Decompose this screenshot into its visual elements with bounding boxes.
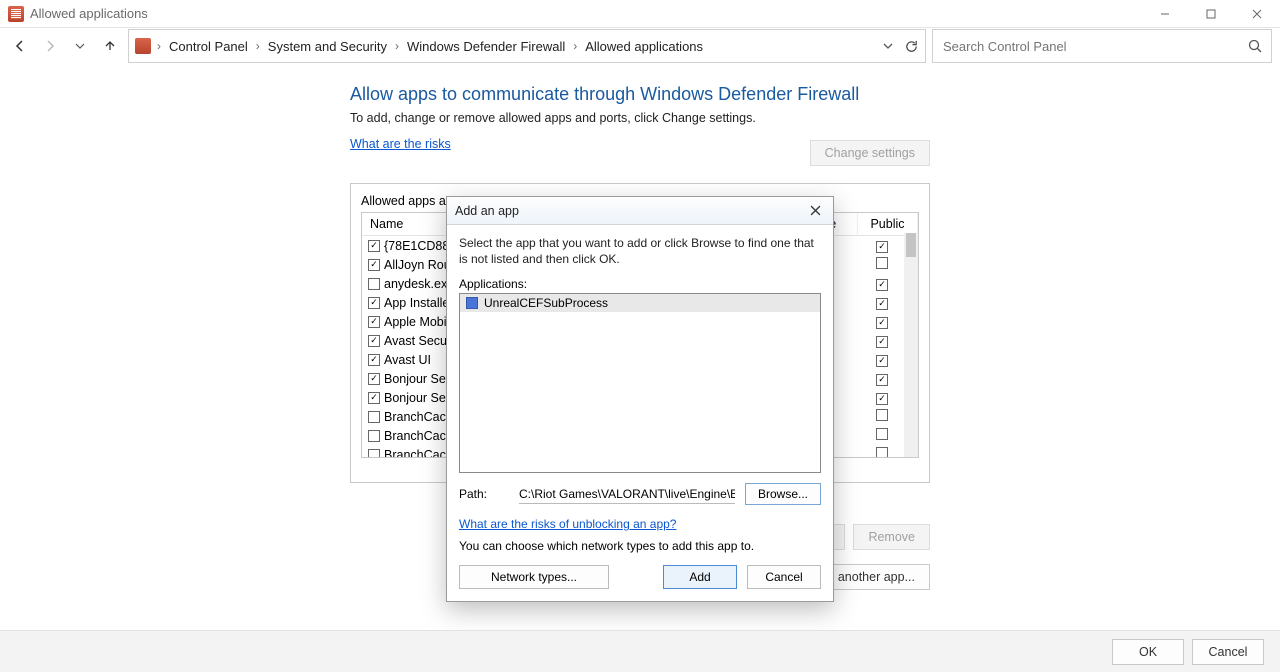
browse-button[interactable]: Browse... xyxy=(745,483,821,505)
dialog-title: Add an app xyxy=(455,204,519,218)
row-enabled-checkbox[interactable] xyxy=(368,259,380,271)
nav-row: › Control Panel › System and Security › … xyxy=(0,28,1280,64)
chevron-right-icon: › xyxy=(573,39,577,53)
row-enabled-checkbox[interactable] xyxy=(368,430,380,442)
window-title: Allowed applications xyxy=(30,6,148,21)
app-cube-icon xyxy=(466,297,478,309)
ok-button[interactable]: OK xyxy=(1112,639,1184,665)
row-enabled-checkbox[interactable] xyxy=(368,373,380,385)
breadcrumb-item[interactable]: Windows Defender Firewall xyxy=(405,37,567,56)
network-types-button[interactable]: Network types... xyxy=(459,565,609,589)
row-enabled-checkbox[interactable] xyxy=(368,316,380,328)
back-button[interactable] xyxy=(8,34,32,58)
path-label: Path: xyxy=(459,487,509,501)
dialog-close-button[interactable] xyxy=(805,201,825,221)
bottom-bar: OK Cancel xyxy=(0,630,1280,672)
path-field[interactable]: C:\Riot Games\VALORANT\live\Engine\Binar… xyxy=(519,485,735,504)
row-public-checkbox[interactable] xyxy=(876,279,888,291)
minimize-button[interactable] xyxy=(1142,0,1188,28)
breadcrumb-item[interactable]: Control Panel xyxy=(167,37,250,56)
application-list-item[interactable]: UnrealCEFSubProcess xyxy=(460,294,820,312)
table-scrollbar[interactable] xyxy=(904,233,918,457)
row-public-checkbox[interactable] xyxy=(876,447,888,458)
bottom-cancel-button[interactable]: Cancel xyxy=(1192,639,1264,665)
forward-button[interactable] xyxy=(38,34,62,58)
applications-list[interactable]: UnrealCEFSubProcess xyxy=(459,293,821,473)
application-name: UnrealCEFSubProcess xyxy=(484,296,608,310)
row-public-checkbox[interactable] xyxy=(876,257,888,269)
row-public-checkbox[interactable] xyxy=(876,355,888,367)
chevron-down-icon[interactable] xyxy=(882,40,894,52)
chevron-right-icon: › xyxy=(256,39,260,53)
titlebar: Allowed applications xyxy=(0,0,1280,28)
search-input[interactable] xyxy=(941,38,1247,55)
row-public-checkbox[interactable] xyxy=(876,336,888,348)
row-enabled-checkbox[interactable] xyxy=(368,240,380,252)
firewall-icon xyxy=(135,38,151,54)
allow-another-app-button[interactable]: another app... xyxy=(823,564,930,590)
dialog-instruction: Select the app that you want to add or c… xyxy=(459,235,821,267)
row-public-checkbox[interactable] xyxy=(876,241,888,253)
row-enabled-checkbox[interactable] xyxy=(368,449,380,459)
dialog-risk-link[interactable]: What are the risks of unblocking an app? xyxy=(459,517,676,531)
breadcrumb-item[interactable]: Allowed applications xyxy=(583,37,705,56)
refresh-button[interactable] xyxy=(904,39,919,54)
maximize-button[interactable] xyxy=(1188,0,1234,28)
cancel-button[interactable]: Cancel xyxy=(747,565,821,589)
row-enabled-checkbox[interactable] xyxy=(368,411,380,423)
row-enabled-checkbox[interactable] xyxy=(368,278,380,290)
search-box[interactable] xyxy=(932,29,1272,63)
chevron-right-icon: › xyxy=(157,39,161,53)
row-public-checkbox[interactable] xyxy=(876,428,888,440)
page-subtext: To add, change or remove allowed apps an… xyxy=(350,111,930,125)
row-public-checkbox[interactable] xyxy=(876,298,888,310)
row-enabled-checkbox[interactable] xyxy=(368,392,380,404)
add-button[interactable]: Add xyxy=(663,565,737,589)
address-bar[interactable]: › Control Panel › System and Security › … xyxy=(128,29,926,63)
change-settings-button[interactable]: Change settings xyxy=(810,140,930,166)
up-button[interactable] xyxy=(98,34,122,58)
applications-label: Applications: xyxy=(459,277,821,291)
add-app-dialog: Add an app Select the app that you want … xyxy=(446,196,834,602)
chevron-right-icon: › xyxy=(395,39,399,53)
row-enabled-checkbox[interactable] xyxy=(368,297,380,309)
row-public-checkbox[interactable] xyxy=(876,409,888,421)
column-public[interactable]: Public xyxy=(858,213,918,235)
risks-link[interactable]: What are the risks xyxy=(350,137,451,151)
row-enabled-checkbox[interactable] xyxy=(368,354,380,366)
recent-dropdown[interactable] xyxy=(68,34,92,58)
row-public-checkbox[interactable] xyxy=(876,374,888,386)
network-types-text: You can choose which network types to ad… xyxy=(459,539,821,553)
scrollbar-thumb[interactable] xyxy=(906,233,916,257)
close-button[interactable] xyxy=(1234,0,1280,28)
row-public-checkbox[interactable] xyxy=(876,317,888,329)
remove-button[interactable]: Remove xyxy=(853,524,930,550)
row-public-checkbox[interactable] xyxy=(876,393,888,405)
page-heading: Allow apps to communicate through Window… xyxy=(350,84,930,105)
row-enabled-checkbox[interactable] xyxy=(368,335,380,347)
firewall-icon xyxy=(8,6,24,22)
breadcrumb-item[interactable]: System and Security xyxy=(266,37,389,56)
search-icon xyxy=(1247,38,1263,54)
